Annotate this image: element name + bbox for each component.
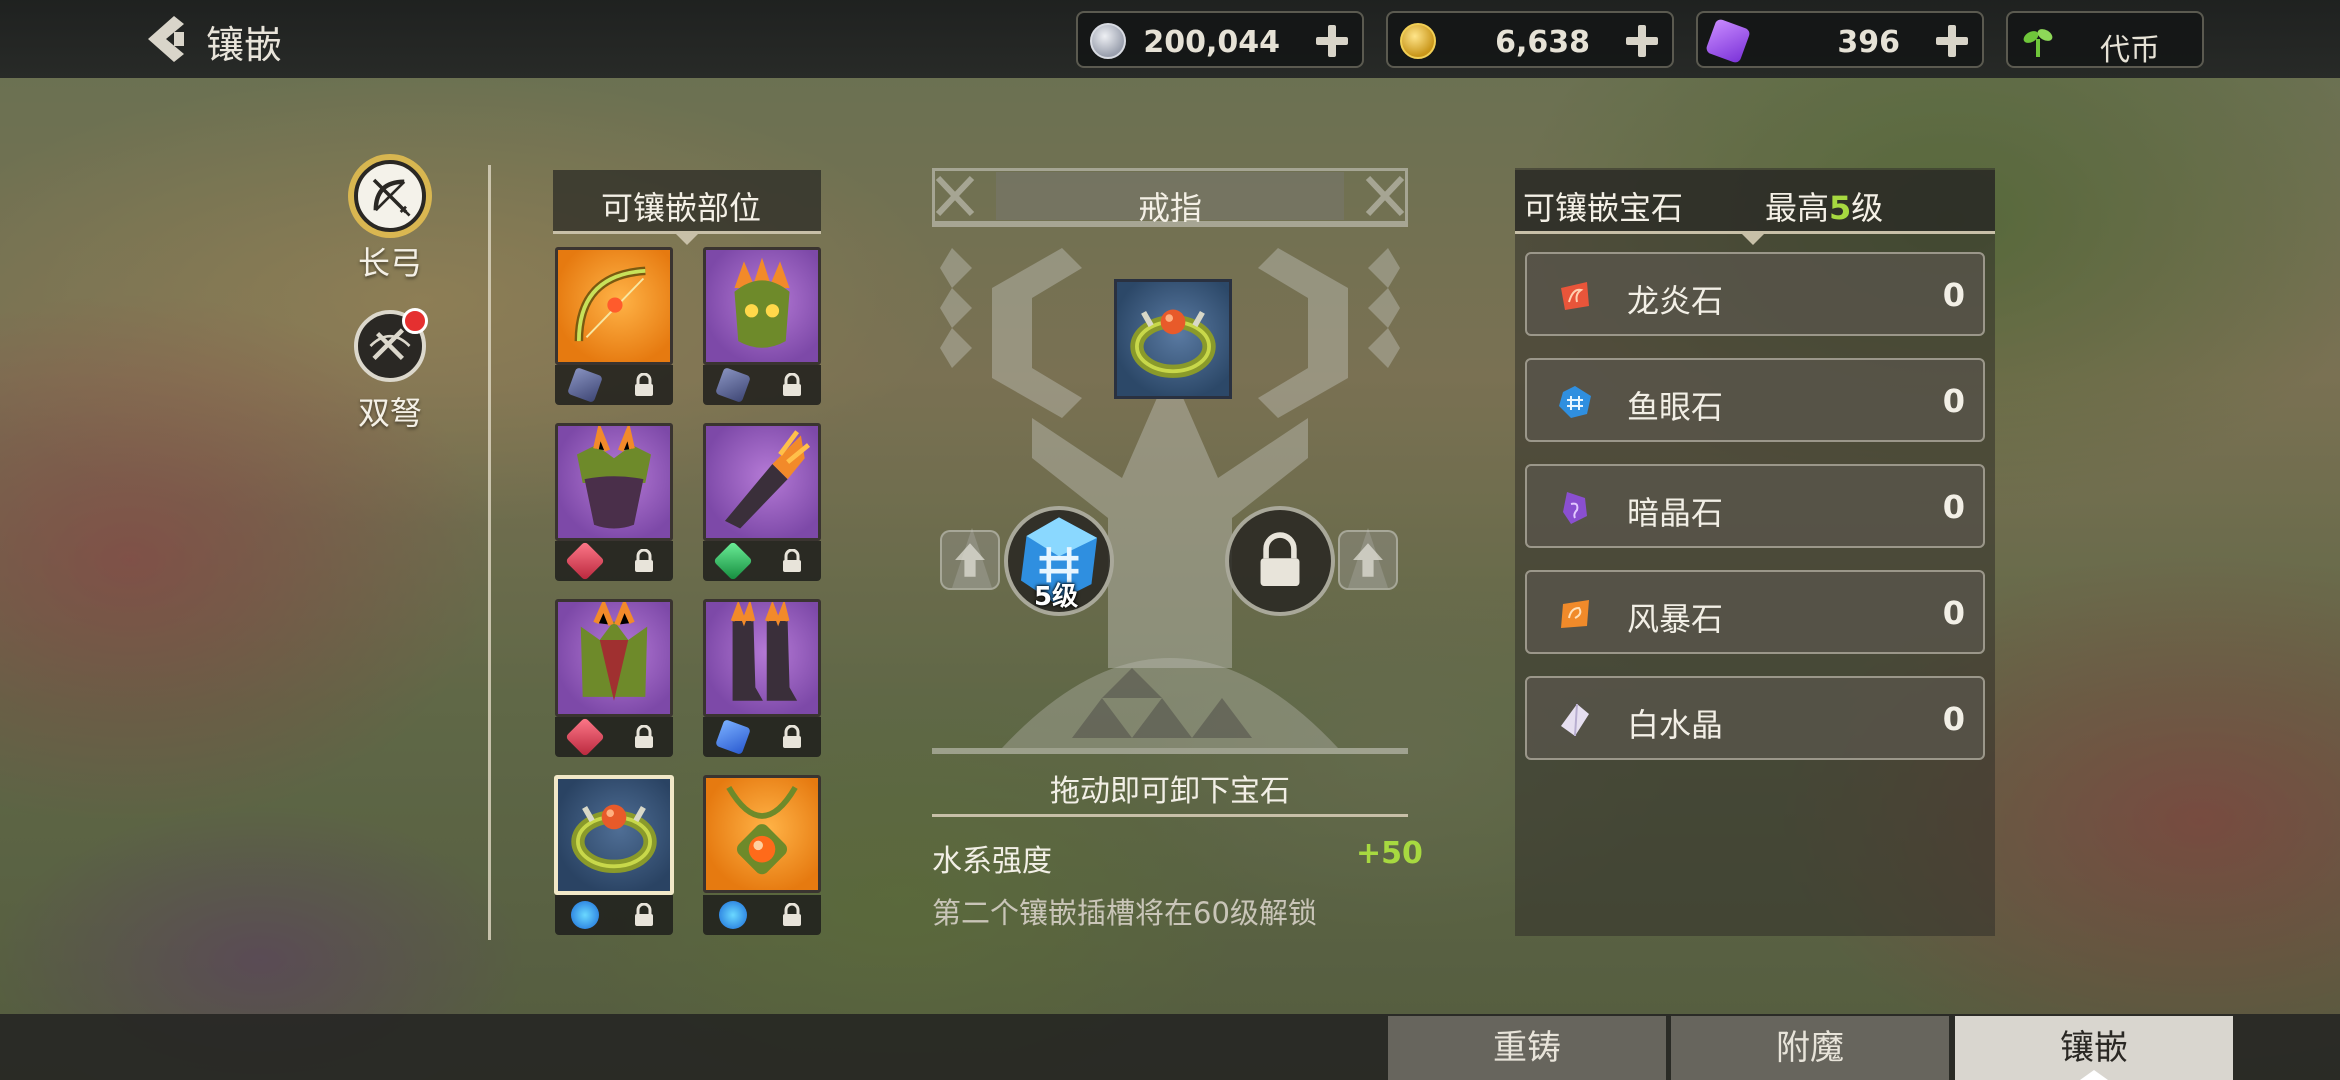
weapon-label-longbow: 长弓	[357, 244, 422, 282]
purple-gem-icon	[1704, 17, 1752, 65]
weapon-dual-crossbow[interactable]: 双弩	[330, 308, 450, 434]
gem-socket-2-locked	[1225, 506, 1335, 616]
gold-coin-icon	[1400, 23, 1436, 59]
ring-icon	[1130, 309, 1216, 378]
gem-row-storm[interactable]: 风暴石 0	[1525, 570, 1985, 654]
lock-icon	[635, 373, 653, 396]
lock-icon	[783, 549, 801, 572]
fisheye-stone-icon	[1559, 386, 1591, 418]
center-header: 戒指	[932, 170, 1408, 234]
max-level-label: 最高5级	[1765, 189, 1884, 227]
slot-ring-gem-bar	[555, 895, 673, 935]
cyan-gem-icon	[571, 901, 599, 929]
lock-icon	[783, 373, 801, 396]
slot-gloves[interactable]	[703, 423, 821, 541]
gem-row-dark-crystal[interactable]: 暗晶石 0	[1525, 464, 1985, 548]
add-gold-button[interactable]	[1622, 21, 1662, 61]
gem-row-white-crystal[interactable]: 白水晶 0	[1525, 676, 1985, 760]
stat-value: +50	[1356, 836, 1423, 871]
dark-crystal-stone-icon	[1563, 492, 1587, 524]
drag-hint: 拖动即可卸下宝石	[1050, 774, 1290, 809]
tab-reforge[interactable]: 重铸	[1388, 1016, 1666, 1080]
slot-gloves-gem-bar	[703, 541, 821, 581]
tab-enchant[interactable]: 附魔	[1671, 1016, 1949, 1080]
dragon-flame-stone-icon	[1561, 282, 1589, 310]
lock-icon	[635, 725, 653, 748]
purple-gem-icon	[715, 367, 751, 403]
currency-silver: 200,044	[1076, 11, 1364, 68]
slot-cloak-gem-bar	[555, 717, 673, 757]
upgrade-left-button[interactable]	[940, 530, 1000, 590]
weapon-label-dual-crossbow: 双弩	[357, 394, 422, 432]
green-gem-icon	[713, 541, 753, 581]
dual-crossbow-icon	[354, 308, 428, 382]
gem-list-header: 可镶嵌宝石 最高5级	[1515, 170, 1995, 245]
lock-icon	[783, 903, 801, 926]
slot-amulet[interactable]	[703, 775, 821, 893]
sprout-icon	[2020, 23, 2056, 59]
token-label: 代币	[2100, 33, 2160, 68]
lock-icon	[635, 549, 653, 572]
page-title: 镶嵌	[206, 23, 283, 67]
caret-down-icon	[1741, 233, 1765, 245]
lock-icon	[783, 725, 801, 748]
slot-bow[interactable]	[555, 247, 673, 365]
lock-icon	[1260, 532, 1300, 587]
slot-bow-gem-bar	[555, 365, 673, 405]
add-gem-button[interactable]	[1932, 21, 1972, 61]
arrow-up-icon	[1353, 543, 1383, 577]
divider	[488, 165, 491, 940]
tribal-pattern	[932, 168, 1408, 754]
notification-dot	[402, 308, 428, 334]
add-silver-button[interactable]	[1312, 21, 1352, 61]
gold-amount: 6,638	[1495, 25, 1590, 60]
purple-gem-icon	[567, 367, 603, 403]
slot-ring[interactable]	[554, 775, 674, 895]
caret-down-icon	[675, 233, 699, 245]
longbow-icon	[354, 160, 426, 232]
back-icon[interactable]	[140, 12, 190, 66]
slot-boots[interactable]	[703, 599, 821, 717]
slot-amulet-gem-bar	[703, 895, 821, 935]
tab-inlay[interactable]: 镶嵌	[1955, 1016, 2233, 1080]
slot-chest-gem-bar	[555, 541, 673, 581]
lock-icon	[635, 903, 653, 926]
slots-panel-header: 可镶嵌部位	[553, 170, 821, 245]
slot-chest[interactable]	[555, 423, 673, 541]
slots-panel-title: 可镶嵌部位	[601, 189, 762, 227]
red-gem-icon	[565, 541, 605, 581]
top-bar: 镶嵌 200,044 6,638 396 代币	[0, 0, 2340, 78]
silver-amount: 200,044	[1143, 25, 1280, 60]
slot-cloak[interactable]	[555, 599, 673, 717]
arrow-up-icon	[955, 543, 985, 577]
gem-list-title: 可镶嵌宝石	[1523, 189, 1684, 227]
white-crystal-icon	[1561, 703, 1589, 737]
ring-item-frame	[1114, 279, 1232, 399]
red-gem-icon	[565, 717, 605, 757]
slot-boots-gem-bar	[703, 717, 821, 757]
currency-gem: 396	[1696, 11, 1984, 68]
cyan-gem-icon	[719, 901, 747, 929]
currency-gold: 6,638	[1386, 11, 1674, 68]
silver-coin-icon	[1090, 23, 1126, 59]
unlock-note: 第二个镶嵌插槽将在60级解锁	[932, 896, 1317, 930]
gem-amount: 396	[1837, 25, 1900, 60]
upgrade-right-button[interactable]	[1338, 530, 1398, 590]
gem-row-fisheye[interactable]: 鱼眼石 0	[1525, 358, 1985, 442]
gem-level-label: 5级	[1034, 582, 1079, 612]
weapon-longbow[interactable]: 长弓	[330, 160, 450, 284]
gem-row-dragon-flame[interactable]: 龙炎石 0	[1525, 252, 1985, 336]
currency-token[interactable]: 代币	[2006, 11, 2204, 68]
storm-stone-icon	[1561, 600, 1589, 628]
blue-gem-icon	[715, 719, 751, 755]
slot-helmet[interactable]	[703, 247, 821, 365]
center-title: 戒指	[1137, 189, 1202, 227]
slot-helmet-gem-bar	[703, 365, 821, 405]
stat-label: 水系强度	[932, 844, 1052, 879]
divider	[932, 814, 1408, 817]
